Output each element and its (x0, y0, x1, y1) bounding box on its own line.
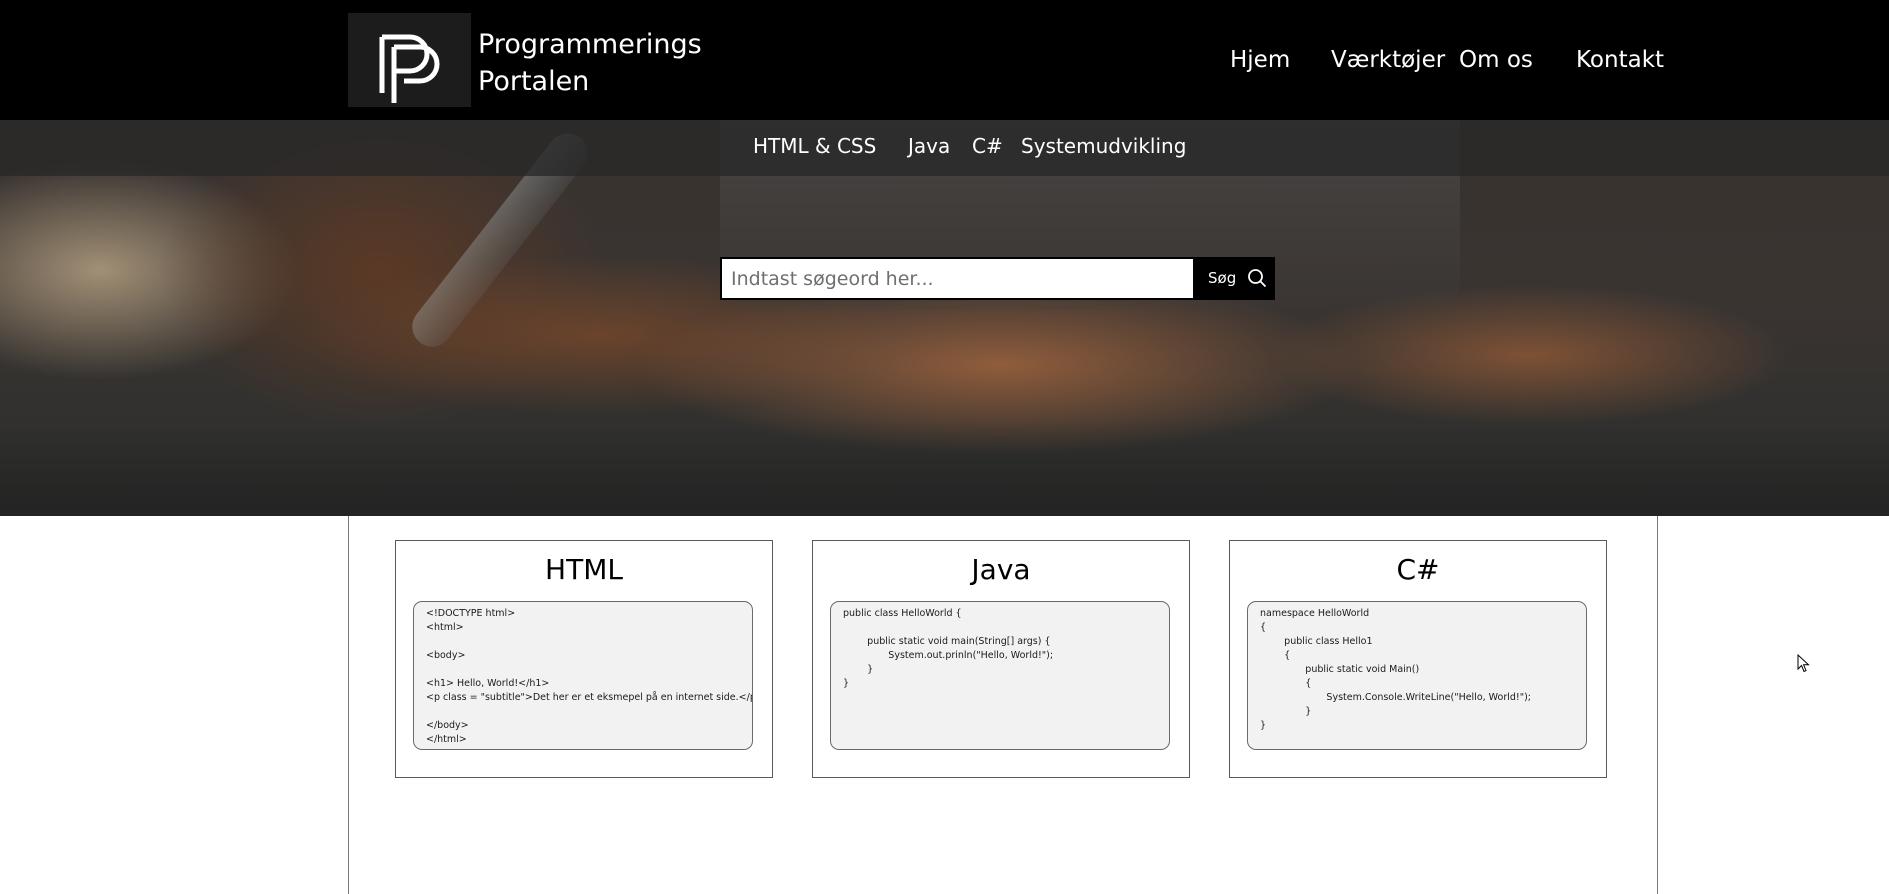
code-line: </body> (426, 720, 469, 731)
code-line: public class HelloWorld { (843, 608, 962, 619)
brand-line-2: Portalen (478, 66, 590, 97)
code-line: } (1260, 720, 1267, 731)
nav-link-om-os[interactable]: Om os (1459, 47, 1533, 73)
site-brand[interactable]: Programmerings Portalen (478, 26, 702, 100)
mouse-pointer-icon (1797, 653, 1811, 678)
card-csharp: C# namespace HelloWorld { public class H… (1229, 540, 1607, 778)
nav-link-kontakt[interactable]: Kontakt (1576, 47, 1664, 73)
search-button-label: Søg (1208, 269, 1237, 287)
code-line: { (1260, 678, 1312, 689)
code-sample: public class HelloWorld { public static … (830, 601, 1170, 750)
site-header: Programmerings Portalen Hjem Værktøjer O… (0, 0, 1889, 120)
code-line: System.out.prinln("Hello, World!"); (843, 650, 1054, 661)
code-line: { (1260, 650, 1291, 661)
code-line: <h1> Hello, World!</h1> (426, 678, 550, 689)
search-input[interactable] (720, 257, 1195, 300)
card-title: HTML (545, 553, 623, 586)
nav-link-vaerktoejer[interactable]: Værktøjer (1331, 47, 1445, 73)
code-line: namespace HelloWorld (1260, 608, 1370, 619)
code-line: public class Hello1 (1260, 636, 1373, 647)
card-title: Java (971, 553, 1031, 586)
hero-banner: HTML & CSS Java C# Systemudvikling Søg (0, 120, 1889, 516)
nav-link-hjem[interactable]: Hjem (1230, 47, 1290, 73)
code-sample: <!DOCTYPE html> <html> <body> <h1> Hello… (413, 601, 753, 750)
code-line: } (843, 678, 850, 689)
subnav-link-csharp[interactable]: C# (972, 134, 1003, 158)
subnav-link-systemudvikling[interactable]: Systemudvikling (1021, 134, 1186, 158)
code-line: </html> (426, 734, 467, 745)
brand-line-1: Programmerings (478, 29, 702, 60)
code-line: { (1260, 622, 1267, 633)
card-java: Java public class HelloWorld { public st… (812, 540, 1190, 778)
code-line: <p class = "subtitle">Det her er et eksm… (426, 692, 753, 703)
code-line: } (1260, 706, 1312, 717)
card-title: C# (1396, 553, 1440, 586)
code-line: public static void Main() (1260, 664, 1420, 675)
code-line: <!DOCTYPE html> (426, 608, 516, 619)
code-line: <body> (426, 650, 466, 661)
subnav-link-java[interactable]: Java (908, 134, 950, 158)
search-button[interactable]: Søg (1195, 257, 1275, 300)
search-icon (1248, 269, 1267, 288)
card-html: HTML <!DOCTYPE html> <html> <body> <h1> … (395, 540, 773, 778)
code-sample: namespace HelloWorld { public class Hell… (1247, 601, 1587, 750)
code-line: System.Console.WriteLine("Hello, World!"… (1260, 692, 1531, 703)
subnav-link-html-css[interactable]: HTML & CSS (753, 134, 876, 158)
code-line: } (843, 664, 874, 675)
main-content: HTML <!DOCTYPE html> <html> <body> <h1> … (348, 516, 1658, 894)
sub-nav: HTML & CSS Java C# Systemudvikling (0, 120, 1889, 176)
search-bar: Søg (720, 257, 1275, 300)
code-line: <html> (426, 622, 464, 633)
code-line: public static void main(String[] args) { (843, 636, 1051, 647)
hero-table-shadow (0, 420, 1889, 516)
pp-logo[interactable] (348, 13, 471, 107)
